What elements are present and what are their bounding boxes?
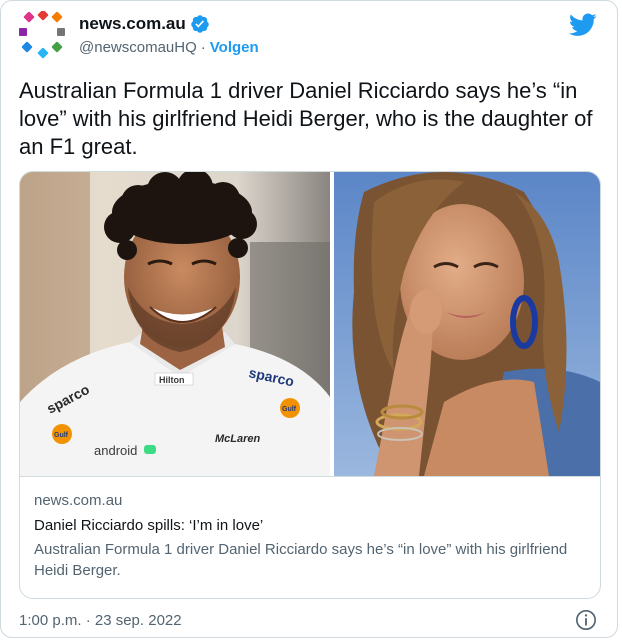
verified-badge-icon: [191, 15, 209, 33]
photo-heidi-berger-image: [334, 172, 600, 476]
user-block: news.com.au @newscomauHQ · Volgen: [79, 13, 259, 56]
news-logo-avatar[interactable]: [19, 11, 67, 59]
name-row: news.com.au: [79, 13, 259, 35]
info-icon[interactable]: [575, 609, 597, 631]
twitter-logo-icon[interactable]: [569, 13, 597, 37]
handle[interactable]: @newscomauHQ: [79, 39, 197, 56]
tweet-header: news.com.au @newscomauHQ · Volgen: [19, 11, 599, 63]
link-card[interactable]: sparco Hilton sparco Gulf Gulf android M…: [19, 171, 601, 599]
handle-row: @newscomauHQ · Volgen: [79, 39, 259, 56]
display-name[interactable]: news.com.au: [79, 14, 186, 34]
card-description: Australian Formula 1 driver Daniel Ricci…: [34, 541, 568, 579]
separator-dot: ·: [200, 39, 206, 56]
card-title: Daniel Ricciardo spills: ‘I’m in love’: [34, 517, 264, 534]
tweet-card: news.com.au @newscomauHQ · Volgen Austra…: [0, 0, 618, 638]
card-info: news.com.au Daniel Ricciardo spills: ‘I’…: [20, 476, 600, 598]
photo-daniel-ricciardo[interactable]: sparco Hilton sparco Gulf Gulf android M…: [20, 172, 330, 476]
shirt-logo-gulf-left: Gulf: [54, 432, 69, 439]
shirt-logo-hilton: Hilton: [159, 375, 185, 385]
tweet-footer: 1:00 p.m. · 23 sep. 2022: [19, 609, 599, 631]
tweet-timestamp[interactable]: 1:00 p.m. · 23 sep. 2022: [19, 612, 182, 629]
shirt-logo-android: android: [94, 443, 137, 458]
shirt-logo-gulf-right: Gulf: [282, 406, 297, 413]
photo-heidi-berger[interactable]: [334, 172, 600, 476]
tweet-text: Australian Formula 1 driver Daniel Ricci…: [19, 78, 593, 159]
card-domain: news.com.au: [34, 492, 123, 509]
follow-button[interactable]: Volgen: [210, 39, 259, 56]
photo-daniel-ricciardo-image: sparco Hilton sparco Gulf Gulf android M…: [20, 172, 330, 476]
shirt-logo-mclaren: McLaren: [215, 433, 261, 445]
card-photos: sparco Hilton sparco Gulf Gulf android M…: [20, 172, 600, 476]
